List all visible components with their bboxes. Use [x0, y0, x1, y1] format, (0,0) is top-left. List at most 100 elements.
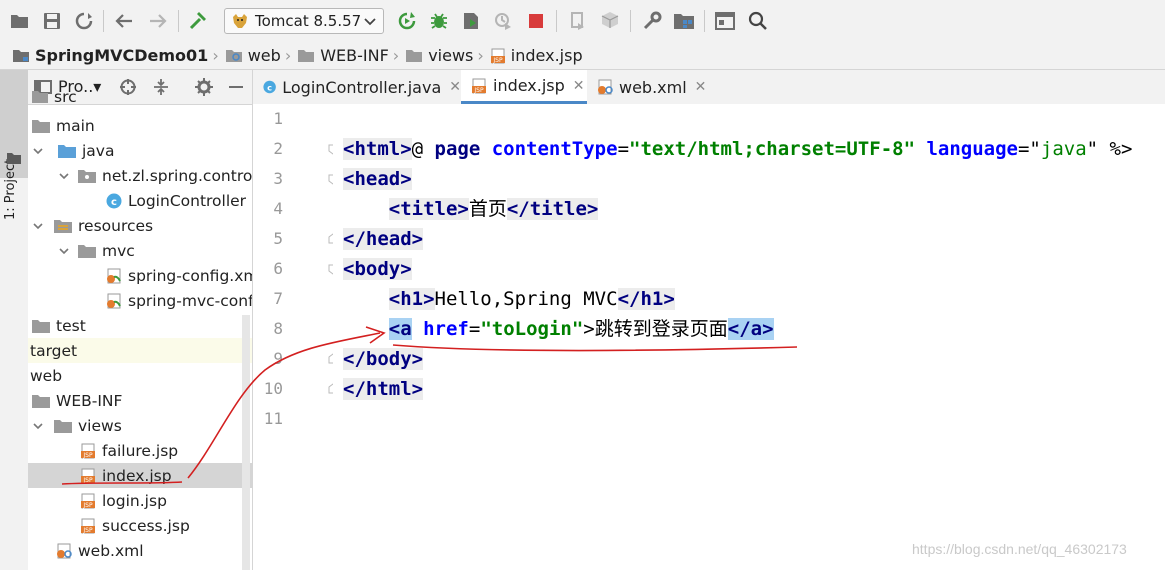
deploy-icon[interactable] — [598, 9, 622, 33]
breadcrumb-views-label: views — [428, 46, 474, 65]
tree-item-spring-mvc-config[interactable]: spring-mvc-confi — [28, 288, 252, 313]
tree-item-label: views — [78, 416, 122, 435]
stop-icon[interactable] — [524, 9, 548, 33]
tree-item-label: src — [54, 87, 77, 106]
code-token: <html> — [343, 138, 412, 160]
resource-folder-icon — [54, 219, 72, 233]
project-tree-scrollbar[interactable] — [242, 315, 250, 570]
web-folder-icon — [225, 50, 242, 62]
source-folder-icon — [58, 144, 76, 158]
tab-label: web.xml — [619, 77, 687, 97]
code-token: " %> — [1086, 138, 1133, 160]
tree-item-label: mvc — [102, 241, 135, 260]
breadcrumb-views[interactable]: views — [405, 46, 473, 65]
tree-item-main[interactable]: main — [28, 113, 252, 138]
forward-icon[interactable] — [146, 9, 170, 33]
rerun-icon[interactable] — [395, 9, 419, 33]
run-configuration-dropdown[interactable]: Tomcat 8.5.57 — [224, 8, 384, 34]
watermark-text: https://blog.csdn.net/qq_46302173 — [912, 541, 1127, 557]
chevron-down-icon[interactable] — [58, 245, 70, 257]
jsp-file-icon: JSP — [490, 48, 505, 64]
tree-item-label: resources — [78, 216, 154, 235]
svg-text:JSP: JSP — [82, 477, 93, 484]
tree-item-src[interactable]: src — [28, 84, 252, 109]
tree-item-package[interactable]: net.zl.spring.controll — [28, 163, 252, 188]
code-token: java — [1040, 138, 1087, 160]
back-icon[interactable] — [112, 9, 136, 33]
tree-item-label: test — [56, 316, 86, 335]
code-token: contentType — [491, 138, 618, 160]
folder-icon — [78, 244, 96, 258]
tab-logincontroller-java[interactable]: c LoginController.java ✕ — [253, 70, 461, 104]
settings-icon[interactable] — [640, 9, 664, 33]
tree-item-test[interactable]: test — [28, 313, 252, 338]
tree-item-web-inf[interactable]: WEB-INF — [28, 388, 252, 413]
tab-index-jsp[interactable]: JSP index.jsp ✕ — [461, 70, 587, 104]
tree-item-mvc[interactable]: mvc — [28, 238, 252, 263]
line-number: 9 — [273, 349, 283, 368]
code-token: <title> — [388, 198, 469, 220]
tree-item-spring-config[interactable]: spring-config.xm — [28, 263, 252, 288]
tree-item-index-jsp[interactable]: JSP index.jsp — [28, 463, 252, 488]
code-line-5: </head> — [343, 224, 424, 254]
project-tab-label: 1: Project — [3, 158, 18, 220]
breadcrumb-project[interactable]: SpringMVCDemo01 — [12, 46, 208, 65]
close-icon[interactable]: ✕ — [573, 78, 585, 94]
chevron-down-icon[interactable] — [58, 170, 70, 182]
line-number: 10 — [263, 379, 283, 398]
line-number: 3 — [273, 169, 283, 188]
tree-item-label: target — [30, 341, 78, 360]
breadcrumb-index-jsp[interactable]: JSP index.jsp — [490, 46, 583, 65]
line-number: 4 — [273, 199, 283, 218]
line-number: 2 — [273, 139, 283, 158]
chevron-down-icon[interactable] — [32, 145, 44, 157]
tab-web-xml[interactable]: web.xml ✕ — [587, 70, 711, 104]
tree-item-label: LoginController — [128, 191, 247, 210]
code-line-9: </body> — [343, 344, 424, 374]
code-editor[interactable]: <%@ page contentType="text/html;charset=… — [333, 104, 1165, 570]
web-xml-icon — [598, 79, 613, 95]
attach-icon[interactable] — [566, 9, 590, 33]
tree-item-login-jsp[interactable]: JSP login.jsp — [28, 488, 252, 513]
tree-item-web[interactable]: web — [28, 363, 252, 388]
code-token: =" — [1017, 138, 1041, 160]
coverage-icon[interactable] — [459, 9, 483, 33]
project-structure-icon[interactable] — [672, 9, 696, 33]
tree-item-failure-jsp[interactable]: JSP failure.jsp — [28, 438, 252, 463]
tree-item-views[interactable]: views — [28, 413, 252, 438]
breadcrumb-web-inf[interactable]: WEB-INF — [297, 46, 389, 65]
project-tool-window-tab[interactable]: 1: Project — [0, 70, 28, 220]
chevron-down-icon[interactable] — [32, 420, 44, 432]
chevron-down-icon[interactable] — [32, 220, 44, 232]
tree-item-logincontroller[interactable]: c LoginController — [28, 188, 252, 213]
tree-item-java[interactable]: java — [28, 138, 252, 163]
close-icon[interactable]: ✕ — [449, 79, 461, 95]
save-icon[interactable] — [40, 9, 64, 33]
code-token: <body> — [343, 258, 412, 280]
tree-item-label: web — [30, 366, 63, 385]
tree-item-resources[interactable]: resources — [28, 213, 252, 238]
code-token: </title> — [506, 198, 599, 220]
code-line-4: <title>首页</title> — [343, 194, 599, 224]
close-icon[interactable]: ✕ — [695, 79, 707, 95]
code-token: href — [423, 318, 469, 340]
profile-icon[interactable] — [491, 9, 515, 33]
code-token: </html> — [343, 378, 424, 400]
terminal-icon[interactable] — [713, 9, 737, 33]
svg-text:JSP: JSP — [82, 502, 93, 509]
project-panel: Pro..▾ src main java net.zl.spring.contr… — [28, 70, 253, 570]
breadcrumb-web[interactable]: web — [225, 46, 281, 65]
tree-item-success-jsp[interactable]: JSP success.jsp — [28, 513, 252, 538]
line-number: 8 — [273, 319, 283, 338]
tree-item-web-xml[interactable]: web.xml — [28, 538, 252, 563]
code-token: page — [434, 138, 492, 160]
tree-item-target[interactable]: target — [28, 338, 252, 363]
build-icon[interactable] — [186, 9, 210, 33]
sync-icon[interactable] — [72, 9, 96, 33]
debug-icon[interactable] — [427, 9, 451, 33]
search-icon[interactable] — [746, 9, 770, 33]
svg-text:JSP: JSP — [82, 452, 93, 459]
code-line-6: <body> — [343, 254, 412, 284]
open-icon[interactable] — [8, 9, 32, 33]
